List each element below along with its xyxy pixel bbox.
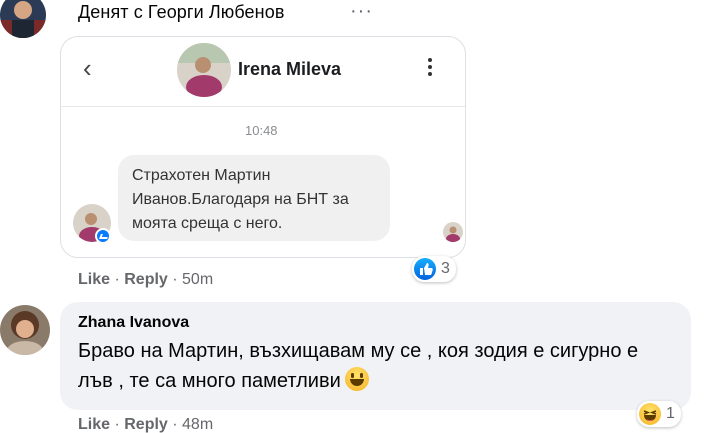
like-reaction-icon xyxy=(414,258,436,280)
reaction-summary[interactable]: 3 xyxy=(412,256,456,282)
contact-name: Irena Mileva xyxy=(238,59,342,79)
comment-bubble: Zhana Ivanova Браво на Мартин, възхищава… xyxy=(60,302,691,410)
reaction-count: 3 xyxy=(441,260,450,277)
haha-reaction-icon xyxy=(639,403,661,425)
separator: · xyxy=(110,416,125,433)
post-author-avatar[interactable] xyxy=(0,0,46,38)
separator: · xyxy=(110,271,125,288)
message-bubble: Страхотен Мартин Иванов.Благодаря на БНТ… xyxy=(118,155,390,241)
message-timestamp: 10:48 xyxy=(245,123,278,138)
separator: · xyxy=(167,416,183,433)
post-header-title[interactable]: Денят с Георги Любенов xyxy=(78,2,284,23)
messenger-screenshot-image[interactable]: ‹ Irena Mileva 10:48 Страхотен Мартин Ив… xyxy=(60,36,466,258)
reaction-count: 1 xyxy=(666,405,675,422)
comment-author[interactable]: Zhana Ivanova xyxy=(78,314,673,332)
message-line: Страхотен Мартин xyxy=(132,167,271,184)
comment-time[interactable]: 50m xyxy=(182,271,213,288)
more-vertical-icon xyxy=(428,58,434,79)
grinning-face-icon xyxy=(344,367,369,391)
comment-actions: Like · Reply · 50m xyxy=(78,271,213,289)
message-line: Иванов.Благодаря на БНТ за xyxy=(132,191,349,208)
reply-link[interactable]: Reply xyxy=(124,416,168,433)
comment-actions: Like · Reply · 48m xyxy=(78,416,213,433)
commenter-avatar[interactable] xyxy=(0,305,50,355)
reaction-summary[interactable]: 1 xyxy=(637,401,681,427)
like-link[interactable]: Like xyxy=(78,416,110,433)
messenger-icon xyxy=(95,228,111,244)
separator: · xyxy=(167,271,183,288)
like-link[interactable]: Like xyxy=(78,271,110,288)
seen-indicator-avatar xyxy=(443,222,463,242)
comment-time[interactable]: 48m xyxy=(182,416,213,433)
message-line: моята среща с него. xyxy=(132,215,283,232)
contact-avatar xyxy=(177,43,231,97)
chevron-left-icon: ‹ xyxy=(83,53,92,83)
chat-header: ‹ Irena Mileva xyxy=(61,37,465,107)
reply-link[interactable]: Reply xyxy=(124,271,168,288)
more-horizontal-icon[interactable]: ··· xyxy=(350,0,373,23)
